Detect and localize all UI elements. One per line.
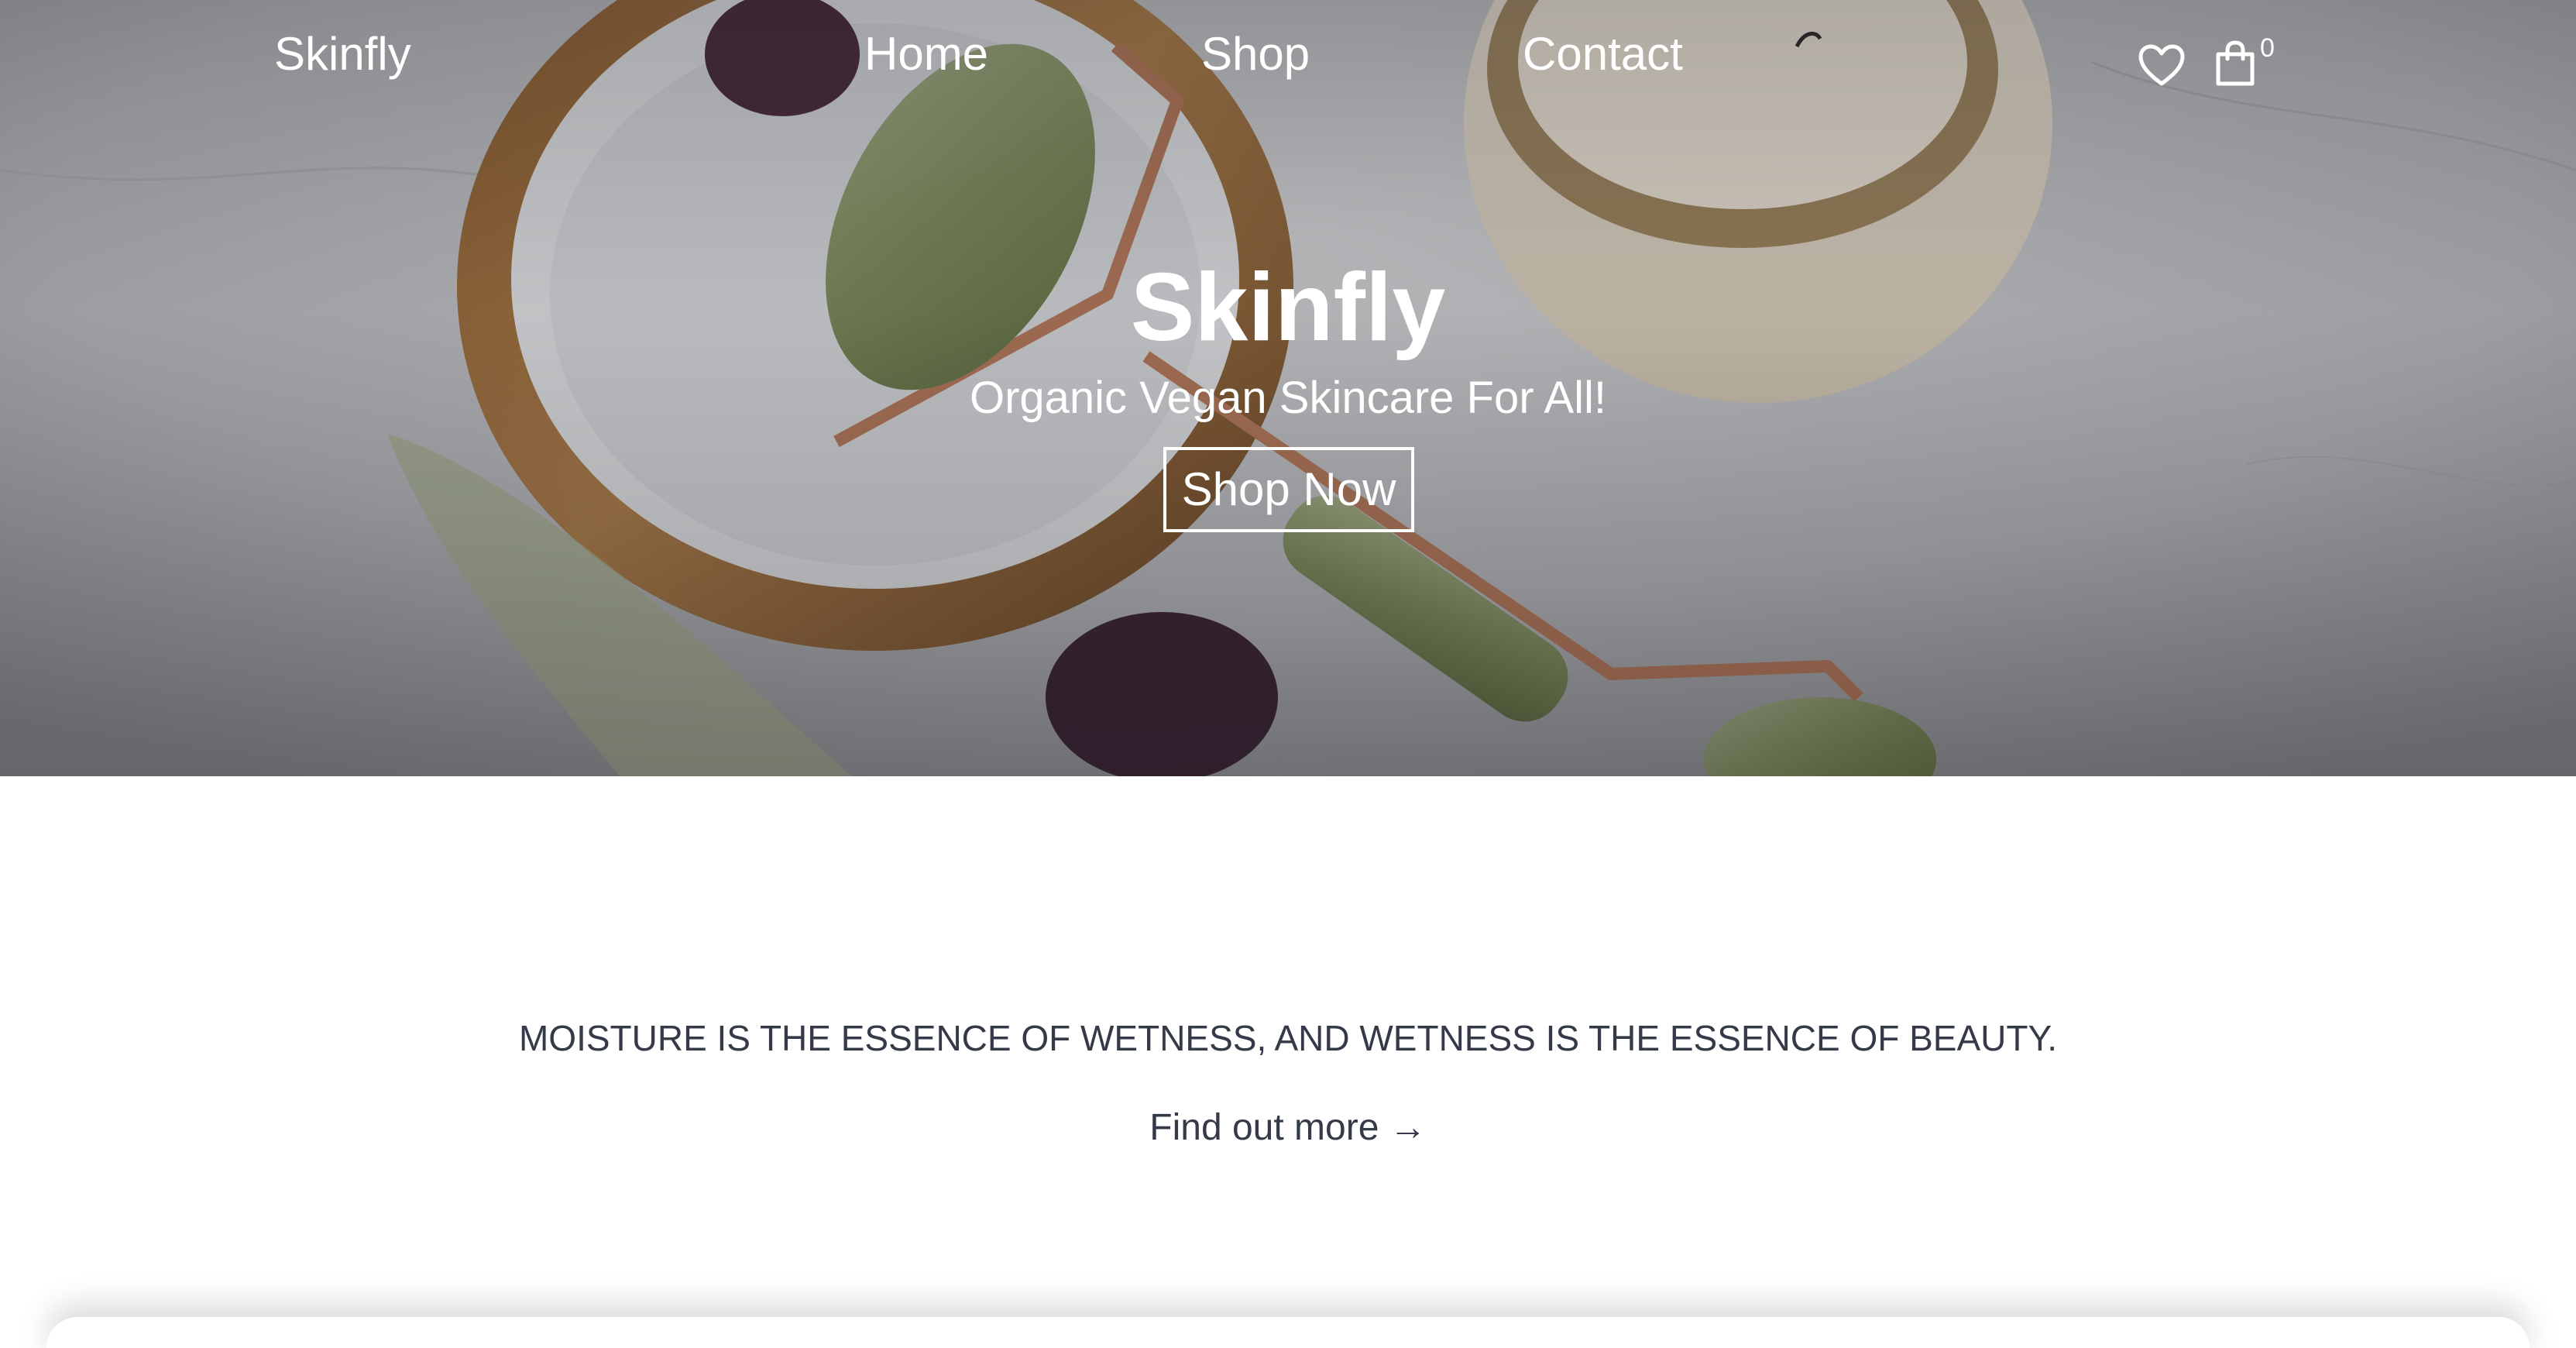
nav-link-home[interactable]: Home	[864, 26, 988, 82]
heart-icon[interactable]	[2138, 43, 2186, 87]
page: Skinfly Home Shop Contact 0 Skinfly Orga…	[0, 0, 2576, 1348]
hero-title: Skinfly	[1130, 254, 1446, 361]
tagline-quote: MOISTURE IS THE ESSENCE OF WETNESS, AND …	[518, 1018, 2058, 1058]
next-section-edge	[46, 1317, 2530, 1348]
shop-now-button[interactable]: Shop Now	[1163, 447, 1414, 532]
nav-link-shop[interactable]: Shop	[1201, 26, 1310, 82]
top-navigation: Skinfly Home Shop Contact 0	[0, 0, 2576, 116]
find-out-more-label[interactable]: Find out more →	[1149, 1107, 1426, 1148]
hero-banner: Skinfly Home Shop Contact 0 Skinfly Orga…	[0, 0, 2576, 776]
nav-link-contact[interactable]: Contact	[1523, 26, 1683, 82]
shopping-bag-icon[interactable]	[2215, 40, 2255, 87]
find-out-more-link[interactable]: Find out more →	[0, 1105, 2576, 1151]
cart-count-badge: 0	[2260, 33, 2275, 63]
brand-logo-link[interactable]: Skinfly	[274, 26, 411, 82]
hero-subtitle: Organic Vegan Skincare For All!	[969, 373, 1607, 423]
